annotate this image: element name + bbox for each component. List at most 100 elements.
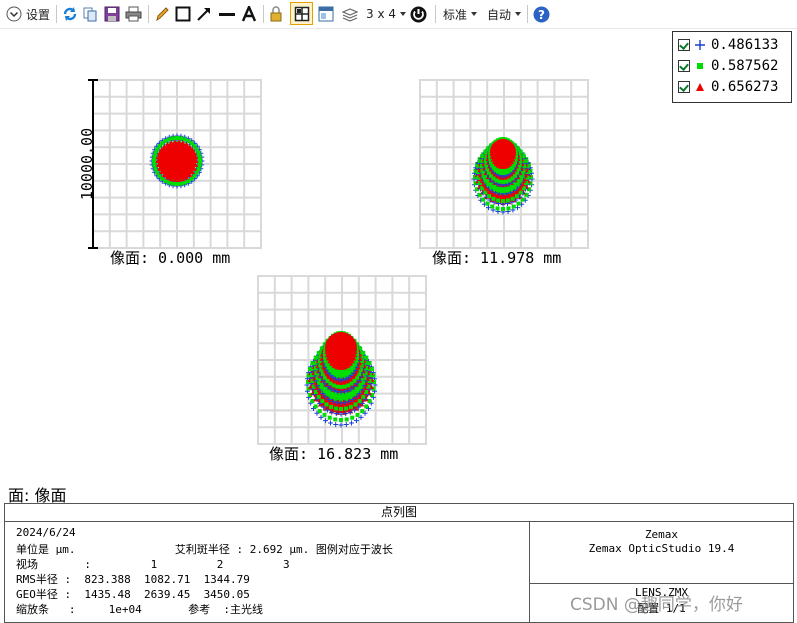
spot-point xyxy=(343,395,348,400)
spot-point xyxy=(353,402,358,407)
window-icon xyxy=(318,6,334,22)
lock-button[interactable] xyxy=(269,4,283,24)
settings-menu[interactable]: 设置 xyxy=(6,4,50,24)
spot-point xyxy=(505,198,510,203)
text-a-icon xyxy=(241,6,257,22)
copy-button[interactable] xyxy=(82,4,98,24)
help-button[interactable]: ? xyxy=(533,4,550,24)
spot-point xyxy=(505,188,510,193)
spot-point xyxy=(496,198,501,203)
spot-point xyxy=(361,394,366,399)
software-version: Zemax OpticStudio 19.4 xyxy=(588,542,735,555)
spot-point xyxy=(501,189,505,193)
spot-point xyxy=(178,136,183,141)
arrow-icon xyxy=(197,8,210,21)
spot-point xyxy=(501,199,505,203)
spot-point xyxy=(317,409,322,414)
spot-point xyxy=(196,151,201,156)
toolbar: 设置 3 x 4 标准 自动 ? xyxy=(0,0,797,29)
spot-point xyxy=(313,404,318,409)
spot-point xyxy=(520,197,525,202)
spot-point xyxy=(167,180,172,185)
layout-grid-button[interactable] xyxy=(290,2,313,25)
chevron-down-icon xyxy=(6,6,22,22)
svg-text:?: ? xyxy=(538,8,545,22)
scale-bar-label: 10000.00 xyxy=(78,128,96,200)
spot-point xyxy=(196,166,201,171)
spot-point xyxy=(178,181,183,186)
spot-point xyxy=(510,196,515,201)
spot-point xyxy=(509,187,514,192)
refresh-button[interactable] xyxy=(62,4,78,24)
spot-point xyxy=(319,385,324,390)
software-vendor: Zemax xyxy=(644,528,679,541)
standard-label: 标准 xyxy=(443,7,468,22)
spot-point xyxy=(492,187,497,192)
info-title: 点列图 xyxy=(5,504,793,522)
spot-point xyxy=(320,399,325,404)
spot-point xyxy=(357,399,362,404)
info-line: 2024/6/24 xyxy=(16,526,76,539)
settings-label: 设置 xyxy=(26,7,51,22)
window-button[interactable] xyxy=(318,4,334,24)
spot-point xyxy=(198,159,202,163)
spot-plot-field-3 xyxy=(257,275,427,445)
copy-icon xyxy=(83,7,97,22)
info-line: RMS半径 : 823.388 1082.71 1344.79 xyxy=(16,573,250,586)
spot-point xyxy=(514,194,519,199)
spot-plot-field-1 xyxy=(92,79,262,249)
info-line: GEO半径 : 1435.48 2639.45 3450.05 xyxy=(16,588,250,601)
spot-point xyxy=(512,184,517,189)
line-icon xyxy=(219,13,235,16)
spot-point xyxy=(322,388,327,393)
rectangle-tool-button[interactable] xyxy=(175,4,191,24)
spot-point xyxy=(316,394,321,399)
spot-point xyxy=(481,197,486,202)
grid-layout-icon xyxy=(294,6,309,21)
caret-down-icon xyxy=(515,12,522,16)
field-label: 像面: 16.823 mm xyxy=(269,445,399,463)
spot-point xyxy=(330,394,335,399)
line-tool-button[interactable] xyxy=(218,4,236,24)
save-icon xyxy=(104,6,120,22)
print-button[interactable] xyxy=(125,4,142,24)
info-line: 视场 : 1 2 3 xyxy=(16,558,290,571)
spot-plot-field-2 xyxy=(419,79,589,249)
spot-point xyxy=(485,201,490,206)
caret-down-icon xyxy=(471,12,478,16)
spot-core xyxy=(325,332,357,364)
spot-point xyxy=(153,151,158,156)
caret-down-icon xyxy=(400,12,406,16)
spot-point xyxy=(329,404,334,409)
spot-point xyxy=(339,418,343,422)
standard-dropdown[interactable]: 标准 xyxy=(443,4,478,24)
help-icon: ? xyxy=(533,6,550,22)
spot-point xyxy=(350,415,355,420)
spot-point xyxy=(324,402,329,407)
spot-point xyxy=(511,204,516,209)
auto-dropdown[interactable]: 自动 xyxy=(487,4,522,24)
spot-point xyxy=(197,155,202,160)
spot-point xyxy=(182,137,187,142)
spot-point xyxy=(152,162,157,167)
field-label: 像面: 11.978 mm xyxy=(432,249,562,267)
spot-point xyxy=(339,407,343,411)
layout-dropdown[interactable]: 3 x 4 xyxy=(366,4,407,24)
save-button[interactable] xyxy=(104,4,120,24)
spot-point xyxy=(347,394,352,399)
spot-point xyxy=(334,395,339,400)
spot-point xyxy=(152,159,156,163)
spot-point xyxy=(346,383,351,388)
spot-point xyxy=(355,388,360,393)
arrow-tool-button[interactable] xyxy=(196,4,212,24)
pencil-tool-button[interactable] xyxy=(154,4,170,24)
layers-button[interactable] xyxy=(342,4,358,24)
rectangle-icon xyxy=(175,6,191,22)
power-button[interactable] xyxy=(410,4,427,24)
info-line: 缩放条 : 1e+04 参考 :主光线 xyxy=(16,603,263,616)
watermark: CSDN @趣同学，你好 xyxy=(570,595,743,615)
spot-point xyxy=(326,391,331,396)
text-tool-button[interactable] xyxy=(241,4,257,24)
printer-icon xyxy=(125,6,142,22)
spot-point xyxy=(355,412,360,417)
